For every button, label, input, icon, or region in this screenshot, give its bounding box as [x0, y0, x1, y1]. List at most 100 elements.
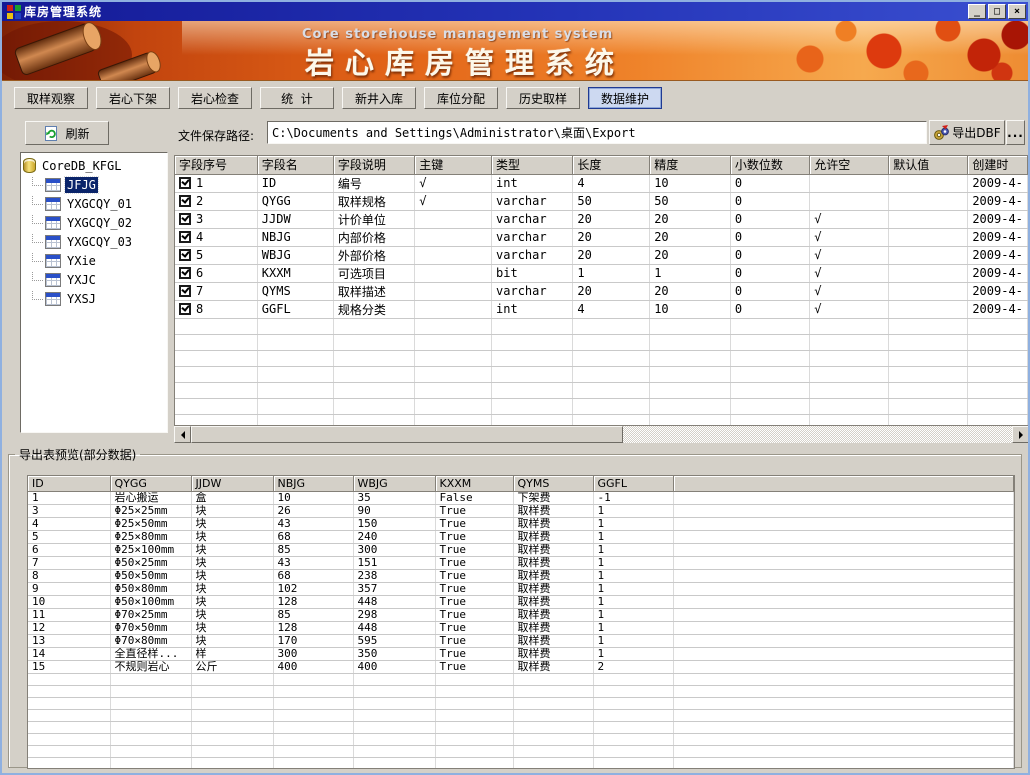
preview-cell: 14: [28, 647, 110, 660]
field-default-cell: [889, 246, 968, 264]
fields-col-header-9[interactable]: 允许空: [810, 156, 889, 174]
checkbox-checked-icon[interactable]: [179, 177, 191, 189]
tree-item-label: YXGCQY_01: [65, 196, 134, 212]
fields-col-header-2[interactable]: 字段名: [257, 156, 333, 174]
table-icon: [45, 235, 61, 249]
field-row[interactable]: 7QYMS取样描述varchar20200√2009-4-: [175, 282, 1028, 300]
tree-item-2[interactable]: YXGCQY_01: [23, 194, 165, 213]
toolbar-button-5[interactable]: 新井入库: [342, 87, 416, 109]
preview-cell: Φ25×80mm: [110, 530, 191, 543]
field-seq: 2: [196, 194, 203, 208]
scroll-right-button[interactable]: [1012, 426, 1029, 443]
preview-row[interactable]: 7Φ50×25mm块43151True取样费1: [28, 556, 1013, 569]
fields-col-header-7[interactable]: 精度: [650, 156, 731, 174]
preview-col-header-5[interactable]: WBJG: [353, 476, 435, 491]
minimize-button[interactable]: _: [968, 4, 986, 19]
checkbox-checked-icon[interactable]: [179, 213, 191, 225]
toolbar-button-2[interactable]: 岩心下架: [96, 87, 170, 109]
fields-col-header-6[interactable]: 长度: [573, 156, 650, 174]
preview-row[interactable]: 4Φ25×50mm块43150True取样费1: [28, 517, 1013, 530]
field-seq-cell: 7: [175, 282, 257, 300]
fields-col-header-4[interactable]: 主键: [415, 156, 492, 174]
toolbar-button-4[interactable]: 统 计: [260, 87, 334, 109]
preview-col-header-3[interactable]: JJDW: [191, 476, 273, 491]
preview-row[interactable]: 15不规则岩心公斤400400True取样费2: [28, 660, 1013, 673]
preview-row[interactable]: 1岩心搬运盒1035False下架费-1: [28, 491, 1013, 504]
toolbar-button-6[interactable]: 库位分配: [424, 87, 498, 109]
close-button[interactable]: ×: [1008, 4, 1026, 19]
preview-cell: 取样费: [513, 530, 593, 543]
checkbox-checked-icon[interactable]: [179, 231, 191, 243]
field-precision-cell: 50: [650, 192, 731, 210]
preview-col-header-9[interactable]: [673, 476, 1013, 491]
scroll-track[interactable]: [623, 426, 1012, 443]
preview-cell: 9: [28, 582, 110, 595]
refresh-button[interactable]: 刷新: [25, 121, 109, 145]
preview-cell: 7: [28, 556, 110, 569]
toolbar-button-8[interactable]: 数据维护: [588, 87, 662, 109]
toolbar-button-7[interactable]: 历史取样: [506, 87, 580, 109]
preview-col-header-4[interactable]: NBJG: [273, 476, 353, 491]
field-row[interactable]: 3JJDW计价单位varchar20200√2009-4-: [175, 210, 1028, 228]
toolbar-button-1[interactable]: 取样观察: [14, 87, 88, 109]
field-seq: 1: [196, 176, 203, 190]
preview-col-header-1[interactable]: ID: [28, 476, 110, 491]
fields-hscrollbar[interactable]: [174, 426, 1029, 443]
browse-button[interactable]: ...: [1006, 120, 1025, 145]
preview-col-header-2[interactable]: QYGG: [110, 476, 191, 491]
field-row[interactable]: 8GGFL规格分类int4100√2009-4-: [175, 300, 1028, 318]
preview-row[interactable]: 12Φ70×50mm块128448True取样费1: [28, 621, 1013, 634]
field-row[interactable]: 4NBJG内部价格varchar20200√2009-4-: [175, 228, 1028, 246]
preview-cell: 298: [353, 608, 435, 621]
preview-cell: [673, 608, 1013, 621]
save-path-input[interactable]: [267, 121, 927, 144]
preview-grid: IDQYGGJJDWNBJGWBJGKXXMQYMSGGFL1岩心搬运盒1035…: [27, 475, 1015, 769]
field-created-cell: 2009-4-: [968, 282, 1028, 300]
scroll-left-button[interactable]: [174, 426, 191, 443]
scroll-thumb[interactable]: [191, 426, 623, 443]
field-row[interactable]: 1ID编号√int41002009-4-: [175, 174, 1028, 192]
preview-row[interactable]: 3Φ25×25mm块2690True取样费1: [28, 504, 1013, 517]
preview-col-header-6[interactable]: KXXM: [435, 476, 513, 491]
fields-col-header-3[interactable]: 字段说明: [333, 156, 414, 174]
preview-col-header-7[interactable]: QYMS: [513, 476, 593, 491]
export-dbf-button[interactable]: 导出DBF: [929, 120, 1005, 145]
preview-col-header-8[interactable]: GGFL: [593, 476, 673, 491]
preview-row[interactable]: 13Φ70×80mm块170595True取样费1: [28, 634, 1013, 647]
preview-row[interactable]: 9Φ50×80mm块102357True取样费1: [28, 582, 1013, 595]
preview-row[interactable]: 11Φ70×25mm块85298True取样费1: [28, 608, 1013, 621]
field-row[interactable]: 2QYGG取样规格√varchar505002009-4-: [175, 192, 1028, 210]
checkbox-checked-icon[interactable]: [179, 303, 191, 315]
preview-row[interactable]: 14全直径样...样300350True取样费1: [28, 647, 1013, 660]
preview-row[interactable]: 5Φ25×80mm块68240True取样费1: [28, 530, 1013, 543]
fields-col-header-11[interactable]: 创建时: [968, 156, 1028, 174]
tree-item-label: YXSJ: [65, 291, 98, 307]
preview-row[interactable]: 10Φ50×100mm块128448True取样费1: [28, 595, 1013, 608]
preview-row[interactable]: 6Φ25×100mm块85300True取样费1: [28, 543, 1013, 556]
tree-item-3[interactable]: YXGCQY_02: [23, 213, 165, 232]
fields-col-header-8[interactable]: 小数位数: [730, 156, 809, 174]
field-pk-cell: √: [415, 192, 492, 210]
field-row[interactable]: 5WBJG外部价格varchar20200√2009-4-: [175, 246, 1028, 264]
fields-col-header-5[interactable]: 类型: [492, 156, 573, 174]
fields-col-header-10[interactable]: 默认值: [889, 156, 968, 174]
empty-row: [28, 721, 1013, 733]
checkbox-checked-icon[interactable]: [179, 249, 191, 261]
field-row[interactable]: 6KXXM可选项目bit110√2009-4-: [175, 264, 1028, 282]
tree-root-node[interactable]: CoreDB_KFGL: [23, 156, 165, 175]
tree-item-5[interactable]: YXie: [23, 251, 165, 270]
checkbox-checked-icon[interactable]: [179, 195, 191, 207]
fields-col-header-1[interactable]: 字段序号: [175, 156, 257, 174]
field-name-cell: QYMS: [257, 282, 333, 300]
preview-row[interactable]: 8Φ50×50mm块68238True取样费1: [28, 569, 1013, 582]
maximize-button[interactable]: □: [988, 4, 1006, 19]
tree-item-7[interactable]: YXSJ: [23, 289, 165, 308]
tree-item-1[interactable]: JFJG: [23, 175, 165, 194]
checkbox-checked-icon[interactable]: [179, 267, 191, 279]
preview-cell: 68: [273, 530, 353, 543]
checkbox-checked-icon[interactable]: [179, 285, 191, 297]
tree-item-4[interactable]: YXGCQY_03: [23, 232, 165, 251]
tree-item-6[interactable]: YXJC: [23, 270, 165, 289]
field-nullable-cell: √: [810, 210, 889, 228]
toolbar-button-3[interactable]: 岩心检查: [178, 87, 252, 109]
